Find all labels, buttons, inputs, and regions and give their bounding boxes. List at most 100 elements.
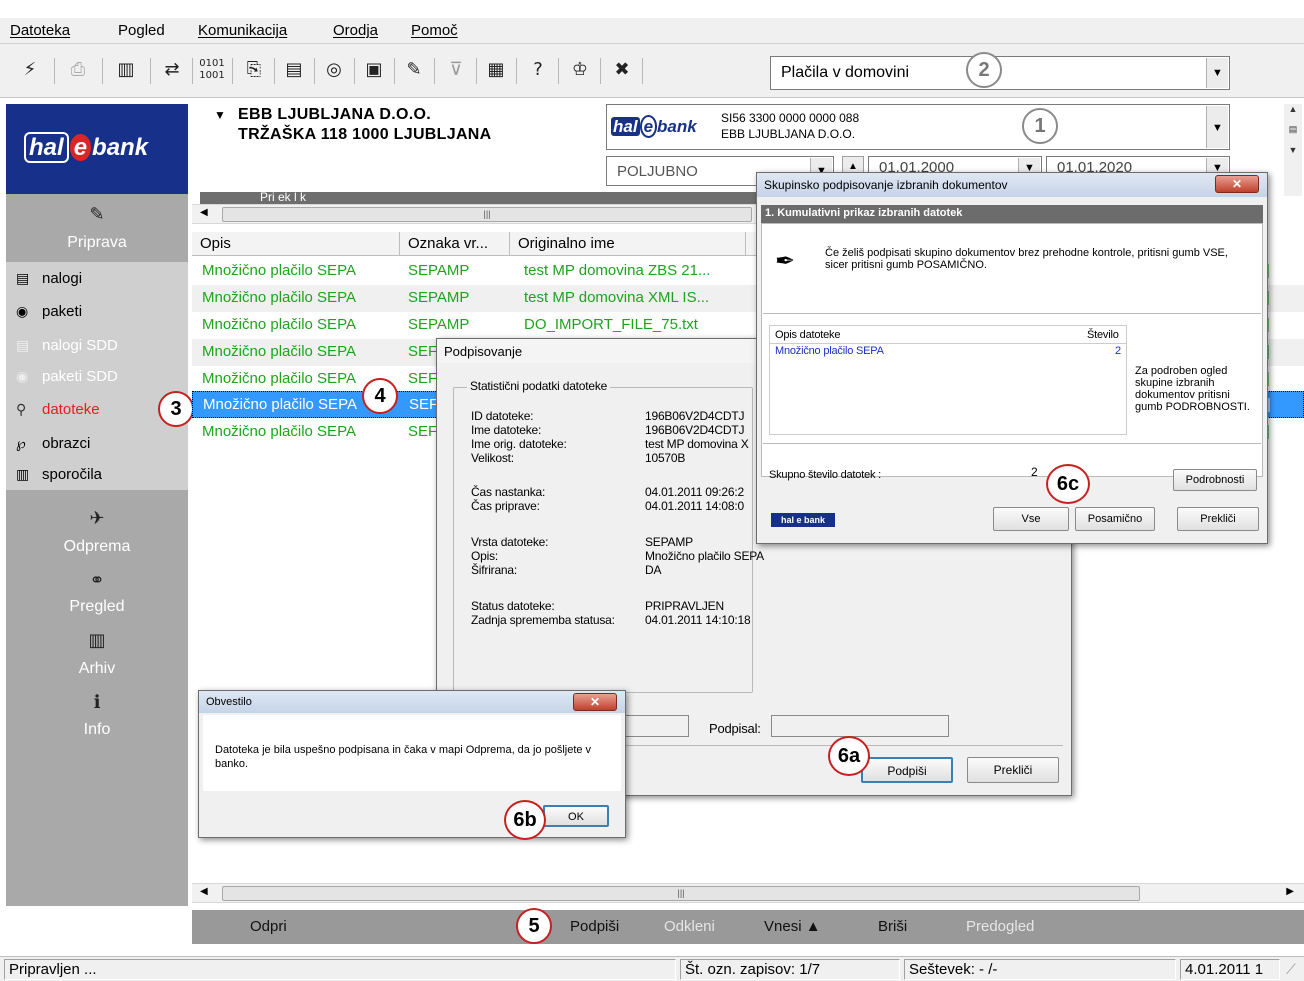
exchange-icon[interactable]: ⇄ xyxy=(158,56,186,84)
sidebar-odprema[interactable]: Odprema xyxy=(6,538,188,556)
pregled-icon[interactable]: ⚭ xyxy=(6,570,188,591)
menu-orodja[interactable]: Orodja xyxy=(333,22,378,39)
cell-ime: DO_IMPORT_FILE_75.txt xyxy=(524,316,698,333)
info-icon[interactable]: ℹ xyxy=(6,692,188,713)
scroll-left-icon[interactable]: ◀ xyxy=(200,886,208,897)
preview-button[interactable]: Predogled xyxy=(966,918,1034,935)
sidebar-item-obrazci[interactable]: ℘ obrazci xyxy=(16,435,90,452)
sidebar-priprava[interactable]: Priprava xyxy=(6,234,188,252)
callout-6c: 6c xyxy=(1046,464,1090,504)
group-cancel-button[interactable]: Prekliči xyxy=(1177,507,1259,531)
odprema-icon[interactable]: ✈ xyxy=(6,508,188,529)
column-opis[interactable]: Opis xyxy=(192,232,400,256)
lightning-icon[interactable]: ⚡ xyxy=(16,56,44,84)
scroll-right-icon[interactable]: ▶ xyxy=(1286,886,1294,897)
help-icon[interactable]: ? xyxy=(524,56,552,84)
scroll-thumb[interactable]: ||| xyxy=(222,207,752,222)
field-label: Velikost: xyxy=(471,451,514,465)
group-item-opis[interactable]: Množično plačilo SEPA xyxy=(775,345,884,357)
group-col-opis[interactable]: Opis datoteke xyxy=(775,329,840,341)
field-value: test MP domovina X xyxy=(645,437,749,451)
total-value: 2 xyxy=(1031,465,1038,479)
priprava-icon[interactable]: ✎ xyxy=(6,204,188,225)
single-button[interactable]: Posamično xyxy=(1075,507,1155,531)
sidebar-item-paketi-sdd[interactable]: ◉ paketi SDD xyxy=(16,368,118,385)
header-scrollbar[interactable]: ▲ ▤ ▼ xyxy=(1284,104,1302,196)
toolbar-separator xyxy=(516,58,517,84)
payment-type-value: Plačila v domovini xyxy=(781,64,910,81)
filter-icon[interactable]: ⊽ xyxy=(442,56,470,84)
sidebar-item-datoteke[interactable]: ⚲ datoteke xyxy=(16,401,100,418)
grid-hscroll-bottom[interactable]: ◀ ||| ▶ xyxy=(192,883,1304,903)
sidebar-arhiv[interactable]: Arhiv xyxy=(6,660,188,678)
cell-oznaka: SEPAMP xyxy=(408,289,470,306)
open-button[interactable]: Odpri xyxy=(250,918,287,935)
close-icon[interactable]: ✕ xyxy=(1215,175,1259,193)
account-iban: SI56 3300 0000 0000 088 xyxy=(721,111,860,125)
scroll-left-icon[interactable]: ◀ xyxy=(200,207,208,218)
toolbar-separator xyxy=(232,58,233,84)
sidebar-pregled[interactable]: Pregled xyxy=(6,598,188,616)
sidebar-info[interactable]: Info xyxy=(6,721,188,739)
menu-datoteka[interactable]: Datoteka xyxy=(10,22,70,39)
grid-hscroll-top[interactable]: ◀ ||| xyxy=(192,204,762,224)
field-label: Čas nastanka: xyxy=(471,485,546,499)
stamp-icon[interactable]: ⎘ xyxy=(240,56,268,84)
chevron-down-icon[interactable]: ▼ xyxy=(1206,106,1228,148)
printer-icon[interactable]: ⎙ xyxy=(64,56,92,84)
signing-group-title: Statistični podatki datoteke xyxy=(467,379,611,393)
callout-6a: 6a xyxy=(828,736,870,776)
field-value: 04.01.2011 14:10:18 xyxy=(645,613,751,627)
insert-button[interactable]: Vnesi ▲ xyxy=(764,918,821,935)
toolbar-separator xyxy=(600,58,601,84)
company-collapse-icon[interactable]: ▼ xyxy=(214,108,226,122)
sign-confirm-button[interactable]: Podpiši xyxy=(861,757,953,783)
status-bar: Pripravljen ... Št. ozn. zapisov: 1/7 Se… xyxy=(0,956,1304,981)
toolbar-separator xyxy=(102,58,103,84)
tag-icon[interactable]: ♔ xyxy=(566,56,594,84)
sidebar-item-paketi[interactable]: ◉ paketi xyxy=(16,303,82,320)
reel-icon[interactable]: ◎ xyxy=(320,56,348,84)
halebank-logo: hal e bank xyxy=(6,104,188,194)
account-select[interactable]: hal e bank SI56 3300 0000 0000 088 EBB LJU… xyxy=(606,104,1230,150)
form-icon[interactable]: ▤ xyxy=(280,56,308,84)
menu-pogled[interactable]: Pogled xyxy=(118,22,165,39)
arhiv-icon[interactable]: ▥ xyxy=(6,630,188,651)
ok-button[interactable]: OK xyxy=(543,805,609,827)
column-oznaka[interactable]: Oznaka vr... xyxy=(400,232,510,256)
podpisal-left-field[interactable] xyxy=(621,715,689,737)
close-x-icon[interactable]: ✖ xyxy=(608,56,636,84)
sidebar-item-nalogi-sdd[interactable]: ▤ nalogi SDD xyxy=(16,337,118,354)
menu-komunikacija[interactable]: Komunikacija xyxy=(198,22,287,39)
delete-button[interactable]: Briši xyxy=(878,918,907,935)
chevron-down-icon[interactable]: ▼ xyxy=(1206,58,1228,88)
field-label: Status datoteke: xyxy=(471,599,555,613)
book-icon[interactable]: ▥ xyxy=(112,56,140,84)
toolbar-separator xyxy=(476,58,477,84)
sign-button[interactable]: Podpiši xyxy=(570,918,619,935)
binary-icon[interactable]: 0101 1001 xyxy=(198,56,226,84)
resize-grip-icon[interactable]: ⟋ xyxy=(1286,961,1296,978)
details-button[interactable]: Podrobnosti xyxy=(1173,469,1257,491)
all-button[interactable]: Vse xyxy=(993,507,1069,531)
unlock-button[interactable]: Odkleni xyxy=(664,918,715,935)
podpisal-field[interactable] xyxy=(771,715,949,737)
sidebar-item-nalogi[interactable]: ▤ nalogi xyxy=(16,270,82,287)
toolbar-separator xyxy=(150,58,151,84)
sidebar-item-sporocila[interactable]: ▥ sporočila xyxy=(16,466,102,483)
callout-5: 5 xyxy=(516,908,552,944)
group-item-count[interactable]: 2 xyxy=(1115,345,1121,357)
scroll-thumb[interactable]: ||| xyxy=(222,886,1140,901)
cell-opis: Množično plačilo SEPA xyxy=(202,423,356,440)
group-col-stevilo[interactable]: Število xyxy=(1087,329,1119,341)
edit-icon[interactable]: ✎ xyxy=(400,56,428,84)
column-originalno-ime[interactable]: Originalno ime xyxy=(510,232,746,256)
calculator-icon[interactable]: ▦ xyxy=(482,56,510,84)
cell-ime: test MP domovina ZBS 21... xyxy=(524,262,711,279)
menu-pomoc[interactable]: Pomoč xyxy=(411,22,458,39)
close-icon[interactable]: ✕ xyxy=(573,693,617,711)
sign-cancel-button[interactable]: Prekliči xyxy=(967,757,1059,783)
field-value: SEPAMP xyxy=(645,535,693,549)
notice-message: Datoteka je bila uspešno podpisana in ča… xyxy=(215,744,592,770)
cash-icon[interactable]: ▣ xyxy=(360,56,388,84)
